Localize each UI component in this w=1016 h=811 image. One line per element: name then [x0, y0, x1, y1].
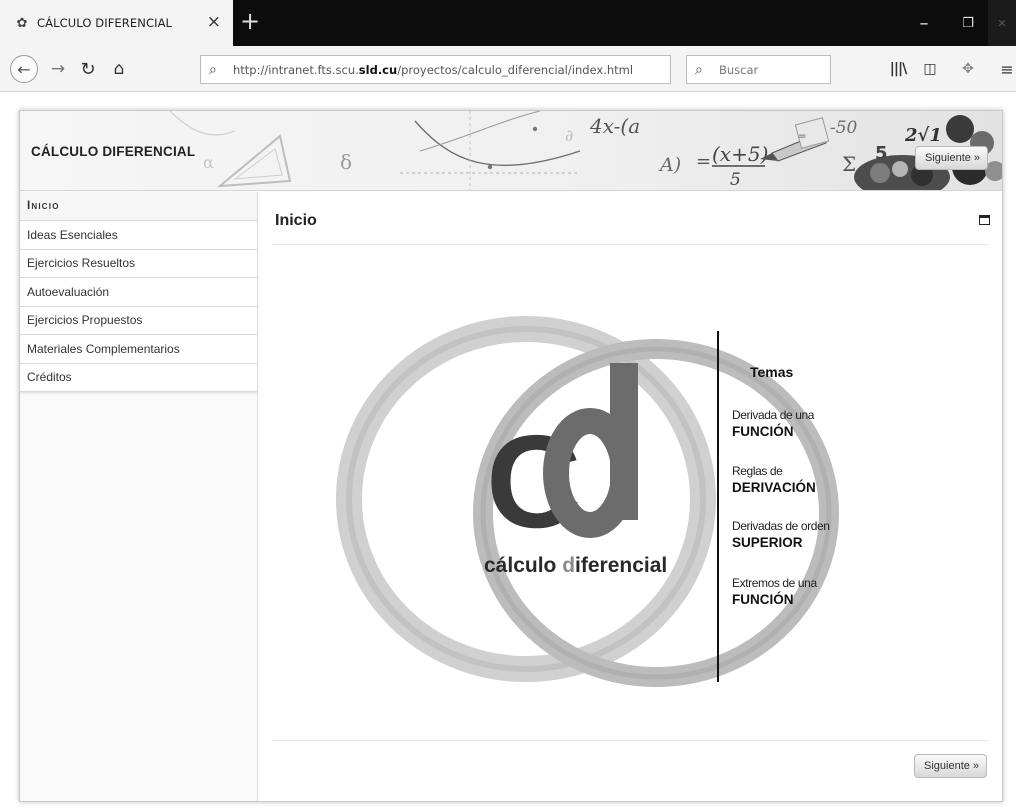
- minimize-window-icon[interactable]: –: [904, 0, 944, 46]
- banner-partial: ∂: [565, 126, 573, 145]
- library-icon[interactable]: |||\: [884, 55, 912, 83]
- topic-1-main: FUNCIÓN: [732, 424, 794, 439]
- banner-formula-1: 4x-(a: [589, 114, 640, 138]
- hamburger-menu-icon[interactable]: ≡: [993, 55, 1016, 83]
- restore-window-icon[interactable]: ❐: [948, 0, 988, 46]
- search-icon: ⌕: [209, 61, 217, 78]
- address-bar[interactable]: ⌕ http://intranet.fts.scu.sld.cu/proyect…: [200, 55, 671, 84]
- topic-3-label: Derivadas de orden: [732, 519, 830, 533]
- banner-formula-3: 5: [730, 170, 741, 190]
- banner-equals: =: [696, 151, 711, 172]
- menu-list: Inicio Ideas Esenciales Ejercicios Resue…: [20, 192, 257, 392]
- url-domain: sld.cu: [358, 62, 398, 77]
- logo-word-diferencial: iferencial: [575, 554, 667, 577]
- sidebar-item-autoevaluacion[interactable]: Autoevaluación: [20, 278, 257, 307]
- banner-delta: δ: [340, 150, 352, 174]
- banner-formula-4: -50: [830, 118, 858, 138]
- new-tab-icon[interactable]: +: [240, 8, 260, 34]
- sidebar-item-inicio[interactable]: Inicio: [20, 192, 257, 221]
- reload-icon[interactable]: ↻: [74, 55, 102, 83]
- topics-heading: Temas: [750, 364, 794, 380]
- forward-arrow-icon[interactable]: →: [44, 55, 72, 83]
- sidebar-nav: Inicio Ideas Esenciales Ejercicios Resue…: [20, 192, 258, 801]
- browser-nav-bar: ← → ↻ ⌂ ⌕ http://intranet.fts.scu.sld.cu…: [0, 46, 1016, 92]
- url-path: /proyectos/calculo_diferencial/index.htm…: [397, 62, 634, 77]
- banner-equals-small: =: [798, 131, 806, 142]
- banner-alpha: α: [203, 153, 214, 172]
- tab-close-icon[interactable]: ×: [207, 13, 221, 31]
- sidebar-item-ejercicios-propuestos[interactable]: Ejercicios Propuestos: [20, 306, 257, 335]
- banner-number-5: 5: [875, 143, 888, 164]
- sidebar-toggle-icon[interactable]: ◫: [916, 55, 944, 83]
- banner-sigma: Σ: [842, 152, 856, 176]
- url-text[interactable]: http://intranet.fts.scu.sld.cu/proyectos…: [233, 63, 633, 77]
- tab-title: CÁLCULO DIFERENCIAL: [37, 16, 173, 30]
- next-button-top[interactable]: Siguiente »: [915, 146, 989, 170]
- topic-1-label: Derivada de una: [732, 408, 815, 422]
- divider-bottom: [272, 740, 988, 741]
- sidebar-item-ideas-esenciales[interactable]: Ideas Esenciales: [20, 221, 257, 250]
- extension-icon[interactable]: ✥: [954, 55, 982, 83]
- topic-2-label: Reglas de: [732, 464, 783, 478]
- search-icon: ⌕: [695, 61, 703, 78]
- banner-formula-2: (x+5): [712, 142, 768, 166]
- browser-tab-bar: ✿ CÁLCULO DIFERENCIAL × + – ❐ ✕: [0, 0, 1016, 46]
- logo-d-stem: [610, 363, 638, 520]
- home-icon[interactable]: ⌂: [105, 55, 133, 83]
- next-button-bottom[interactable]: Siguiente »: [914, 754, 988, 778]
- course-frame: δ α 4x-(a A) = (x+5) 5 = -50 Σ 2√1 5 ∂ C…: [19, 110, 1003, 802]
- sidebar-item-creditos[interactable]: Créditos: [20, 363, 257, 392]
- logo-word-d-initial: d: [562, 554, 575, 577]
- sidebar-item-materiales-complementarios[interactable]: Materiales Complementarios: [20, 335, 257, 364]
- close-window-icon[interactable]: ✕: [988, 0, 1016, 46]
- main-content: Inicio C cálculo diferencial Temas Deriv…: [258, 192, 1002, 801]
- search-box[interactable]: ⌕ Buscar: [686, 55, 831, 84]
- browser-tab[interactable]: ✿ CÁLCULO DIFERENCIAL ×: [0, 0, 233, 46]
- topic-4-main: FUNCIÓN: [732, 592, 794, 607]
- logo-wordmark: cálculo diferencial: [484, 554, 667, 577]
- back-arrow-icon[interactable]: ←: [10, 55, 38, 83]
- url-prefix: http://intranet.fts.scu.: [233, 62, 359, 77]
- topic-3-main: SUPERIOR: [732, 535, 803, 550]
- calculo-diferencial-logo: C cálculo diferencial Temas Derivada de …: [336, 316, 839, 687]
- sidebar-item-ejercicios-resueltos[interactable]: Ejercicios Resueltos: [20, 249, 257, 278]
- search-placeholder: Buscar: [719, 62, 759, 77]
- banner-formula-9: A): [658, 154, 681, 176]
- logo-word-calculo: cálculo: [484, 554, 562, 577]
- header-banner: δ α 4x-(a A) = (x+5) 5 = -50 Σ 2√1 5 ∂ C…: [20, 111, 1002, 191]
- banner-formula-8: 2√1: [904, 125, 942, 146]
- topic-2-main: DERIVACIÓN: [732, 480, 816, 495]
- site-favicon-icon: ✿: [16, 15, 28, 30]
- site-title: CÁLCULO DIFERENCIAL: [31, 144, 196, 159]
- topic-4-label: Extremos de una: [732, 576, 817, 590]
